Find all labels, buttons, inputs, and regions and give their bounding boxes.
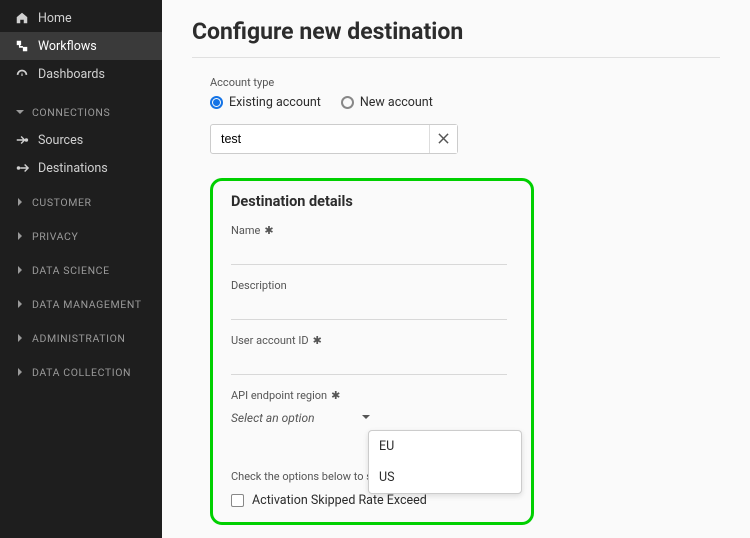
- field-label: User account ID: [231, 334, 309, 347]
- name-input[interactable]: [231, 239, 507, 265]
- sidebar-item-label: Workflows: [38, 39, 97, 54]
- account-type-label: Account type: [210, 76, 720, 89]
- sidebar-group-label: DATA MANAGEMENT: [32, 298, 142, 311]
- radio-icon: [210, 96, 223, 109]
- sidebar-group-datacollection[interactable]: DATA COLLECTION: [0, 358, 162, 386]
- alert-checkbox-row: Activation Skipped Rate Exceed: [231, 493, 513, 508]
- sidebar-group-datamgmt[interactable]: DATA MANAGEMENT: [0, 290, 162, 318]
- alert-checkbox[interactable]: [231, 494, 244, 507]
- sidebar-item-dashboards[interactable]: Dashboards: [0, 60, 162, 88]
- dropdown-option-eu[interactable]: EU: [369, 431, 521, 462]
- required-icon: ✱: [331, 389, 340, 402]
- sidebar: Home Workflows Dashboards CONNECTIONS So…: [0, 0, 162, 538]
- chevron-down-icon: [361, 411, 371, 426]
- api-region-dropdown: EU US: [368, 430, 522, 494]
- sidebar-group-admin[interactable]: ADMINISTRATION: [0, 324, 162, 352]
- sidebar-group-customer[interactable]: CUSTOMER: [0, 188, 162, 216]
- account-search-input[interactable]: [211, 132, 429, 146]
- alert-checkbox-label: Activation Skipped Rate Exceed: [252, 493, 427, 508]
- sidebar-item-label: Dashboards: [38, 67, 105, 82]
- field-label: Name: [231, 224, 260, 237]
- field-label: Description: [231, 279, 287, 292]
- user-account-input[interactable]: [231, 349, 507, 375]
- sidebar-group-label: DATA COLLECTION: [32, 366, 131, 379]
- destinations-icon: [14, 160, 30, 176]
- sidebar-item-label: Sources: [38, 133, 83, 148]
- sources-icon: [14, 132, 30, 148]
- card-heading: Destination details: [231, 193, 513, 210]
- chevron-down-icon: [14, 106, 26, 118]
- required-icon: ✱: [313, 334, 322, 347]
- main-content: Configure new destination Account type E…: [162, 0, 750, 538]
- sidebar-group-label: PRIVACY: [32, 230, 78, 243]
- radio-new-account[interactable]: New account: [341, 95, 433, 110]
- divider: [192, 57, 720, 58]
- field-label: API endpoint region: [231, 389, 327, 402]
- description-input[interactable]: [231, 294, 507, 320]
- required-icon: ✱: [264, 224, 273, 237]
- radio-label: New account: [360, 95, 433, 110]
- chevron-right-icon: [14, 264, 26, 276]
- sidebar-item-label: Destinations: [38, 161, 108, 176]
- page-title: Configure new destination: [192, 18, 720, 45]
- chevron-right-icon: [14, 298, 26, 310]
- field-name: Name ✱: [231, 224, 513, 265]
- clear-button[interactable]: [429, 125, 457, 153]
- select-placeholder: Select an option: [231, 411, 315, 425]
- chevron-right-icon: [14, 366, 26, 378]
- sidebar-item-destinations[interactable]: Destinations: [0, 154, 162, 182]
- radio-existing-account[interactable]: Existing account: [210, 95, 321, 110]
- gauge-icon: [14, 66, 30, 82]
- sidebar-item-sources[interactable]: Sources: [0, 126, 162, 154]
- app-root: Home Workflows Dashboards CONNECTIONS So…: [0, 0, 750, 538]
- sidebar-group-label: ADMINISTRATION: [32, 332, 126, 345]
- sidebar-item-workflows[interactable]: Workflows: [0, 32, 162, 60]
- api-region-select[interactable]: Select an option: [231, 406, 371, 430]
- sidebar-group-label: CONNECTIONS: [32, 106, 110, 119]
- close-icon: [438, 132, 449, 147]
- sidebar-group-datascience[interactable]: DATA SCIENCE: [0, 256, 162, 284]
- sidebar-group-label: DATA SCIENCE: [32, 264, 110, 277]
- sidebar-group-privacy[interactable]: PRIVACY: [0, 222, 162, 250]
- sidebar-item-home[interactable]: Home: [0, 4, 162, 32]
- chevron-right-icon: [14, 332, 26, 344]
- sidebar-group-connections[interactable]: CONNECTIONS: [0, 98, 162, 126]
- sidebar-item-label: Home: [38, 11, 72, 26]
- radio-icon: [341, 96, 354, 109]
- sidebar-group-label: CUSTOMER: [32, 196, 92, 209]
- chevron-right-icon: [14, 196, 26, 208]
- field-api-region: API endpoint region ✱ Select an option: [231, 389, 513, 430]
- workflow-icon: [14, 38, 30, 54]
- field-description: Description: [231, 279, 513, 320]
- account-type-radios: Existing account New account: [210, 95, 720, 110]
- dropdown-option-us[interactable]: US: [369, 462, 521, 493]
- chevron-right-icon: [14, 230, 26, 242]
- home-icon: [14, 10, 30, 26]
- account-search-wrap: [210, 124, 458, 154]
- field-user-account-id: User account ID ✱: [231, 334, 513, 375]
- radio-label: Existing account: [229, 95, 321, 110]
